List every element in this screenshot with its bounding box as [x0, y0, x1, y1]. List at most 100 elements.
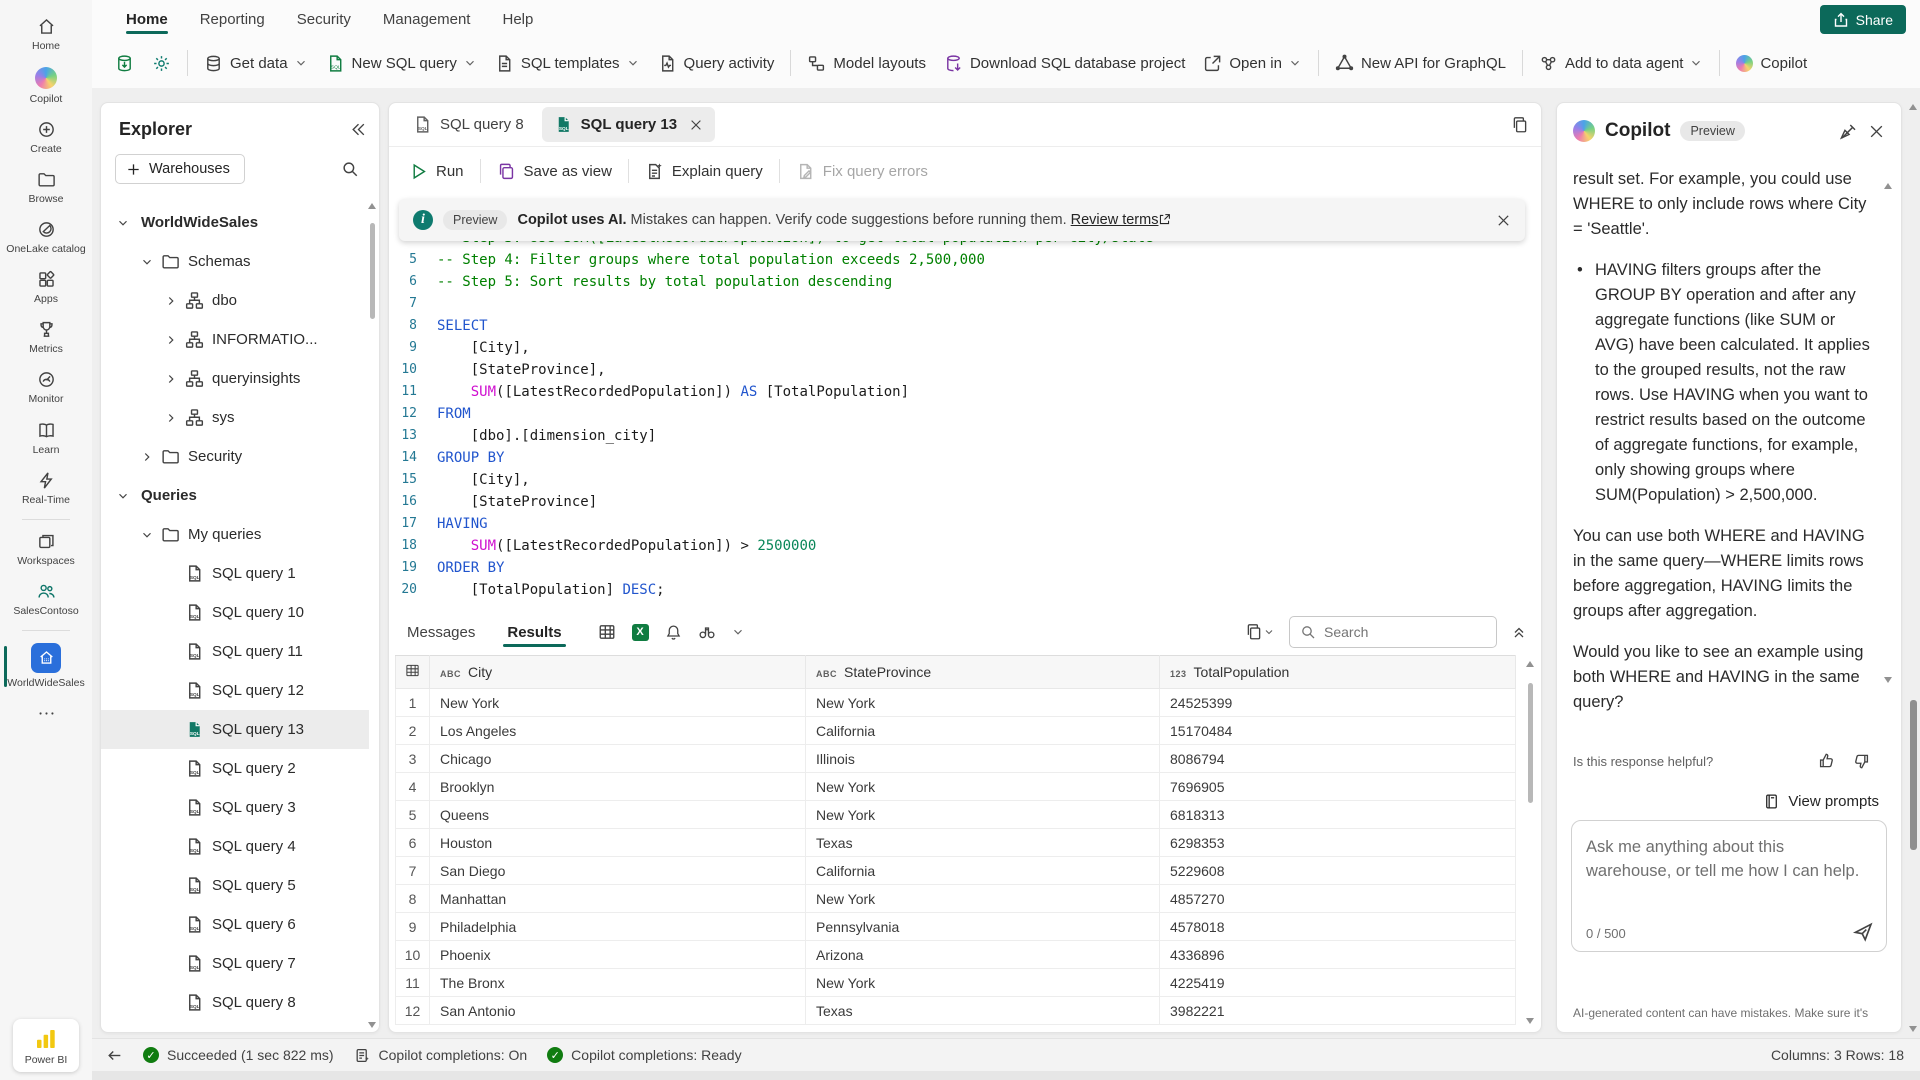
- close-tab-icon[interactable]: [689, 118, 703, 132]
- send-icon[interactable]: [1852, 921, 1874, 943]
- binoculars-search-icon[interactable]: [698, 623, 716, 641]
- tree-item-sql-query-11[interactable]: SQLSQL query 11: [101, 632, 369, 671]
- collapse-panel-icon[interactable]: [350, 121, 367, 138]
- grid-view-icon[interactable]: [598, 623, 616, 641]
- tree-item-sql-query-5[interactable]: SQLSQL query 5: [101, 866, 369, 905]
- rail-item-browse[interactable]: Browse: [0, 163, 92, 213]
- rail-item-more[interactable]: [0, 697, 92, 735]
- table-row[interactable]: 12San AntonioTexas3982221: [396, 997, 1516, 1025]
- menu-reporting[interactable]: Reporting: [188, 4, 277, 35]
- rail-item-copilot[interactable]: Copilot: [0, 60, 92, 113]
- copilot-button[interactable]: Copilot: [1727, 48, 1816, 79]
- tree-item-worldwidesales[interactable]: WorldWideSales: [101, 203, 369, 242]
- duplicate-tab-icon[interactable]: [1511, 116, 1529, 134]
- notifications-bell-icon[interactable]: [665, 624, 682, 641]
- table-row[interactable]: 1New YorkNew York24525399: [396, 689, 1516, 717]
- results-scrollbar[interactable]: [1525, 661, 1535, 1024]
- get-data-button[interactable]: Get data: [195, 47, 317, 80]
- tree-item-schemas[interactable]: Schemas: [101, 242, 369, 281]
- results-tab-messages[interactable]: Messages: [403, 614, 479, 651]
- table-row[interactable]: 11The BronxNew York4225419: [396, 969, 1516, 997]
- table-row[interactable]: 8ManhattanNew York4857270: [396, 885, 1516, 913]
- tree-item-sql-query-4[interactable]: SQLSQL query 4: [101, 827, 369, 866]
- tree-item-informatio-[interactable]: INFORMATIO...: [101, 320, 369, 359]
- scroll-up-arrow[interactable]: [1526, 661, 1534, 667]
- tree-item-sql-query-13[interactable]: SQLSQL query 13: [101, 710, 369, 749]
- scroll-thumb[interactable]: [1528, 683, 1533, 803]
- tree-item-sql-query-7[interactable]: SQLSQL query 7: [101, 944, 369, 983]
- save-as-view-button[interactable]: Save as view: [487, 154, 622, 189]
- select-all-header[interactable]: [396, 656, 430, 689]
- tab-sql-query-13[interactable]: SQLSQL query 13: [542, 107, 715, 142]
- rail-item-apps[interactable]: Apps: [0, 263, 92, 313]
- rail-item-create[interactable]: Create: [0, 113, 92, 163]
- tree-item-sql-query-3[interactable]: SQLSQL query 3: [101, 788, 369, 827]
- table-row[interactable]: 7San DiegoCalifornia5229608: [396, 857, 1516, 885]
- query-activity-button[interactable]: Query activity: [649, 47, 784, 80]
- tree-item-sql-query-10[interactable]: SQLSQL query 10: [101, 593, 369, 632]
- table-row[interactable]: 5QueensNew York6818313: [396, 801, 1516, 829]
- column-header-city[interactable]: ABCCity: [430, 656, 806, 689]
- thumbs-up-icon[interactable]: [1817, 752, 1835, 770]
- scroll-up-arrow[interactable]: [368, 203, 376, 209]
- add-warehouses-button[interactable]: Warehouses: [115, 154, 245, 184]
- tree-item-sql-query-12[interactable]: SQLSQL query 12: [101, 671, 369, 710]
- scroll-down-arrow[interactable]: [1526, 1018, 1534, 1024]
- copy-results-icon[interactable]: [1245, 623, 1275, 641]
- rail-item-learn[interactable]: Learn: [0, 414, 92, 464]
- table-row[interactable]: 10PhoenixArizona4336896: [396, 941, 1516, 969]
- column-header-totalpopulation[interactable]: 123TotalPopulation: [1160, 656, 1516, 689]
- new-api-for-graphql-button[interactable]: New API for GraphQL: [1326, 47, 1515, 80]
- column-header-stateprovince[interactable]: ABCStateProvince: [806, 656, 1160, 689]
- table-row[interactable]: 4BrooklynNew York7696905: [396, 773, 1516, 801]
- back-arrow-icon[interactable]: [106, 1047, 123, 1064]
- copilot-response-scrollbar[interactable]: [1883, 183, 1893, 683]
- rail-item-onelake-catalog[interactable]: OneLake catalog: [0, 213, 92, 263]
- review-terms-link[interactable]: Review terms: [1071, 212, 1159, 228]
- share-button[interactable]: Share: [1820, 5, 1906, 34]
- settings-gear-icon-button[interactable]: [143, 47, 180, 80]
- tree-item-sql-query-2[interactable]: SQLSQL query 2: [101, 749, 369, 788]
- close-copilot-icon[interactable]: [1868, 123, 1885, 140]
- model-layouts-button[interactable]: Model layouts: [798, 47, 935, 80]
- scroll-up-arrow[interactable]: [1909, 104, 1917, 110]
- window-scrollbar[interactable]: [1908, 104, 1918, 1032]
- scroll-up-arrow[interactable]: [1884, 183, 1892, 189]
- thumbs-down-icon[interactable]: [1853, 752, 1871, 770]
- table-row[interactable]: 9PhiladelphiaPennsylvania4578018: [396, 913, 1516, 941]
- add-to-data-agent-button[interactable]: Add to data agent: [1530, 47, 1712, 80]
- rail-item-salescontoso[interactable]: SalesContoso: [0, 575, 92, 625]
- copilot-completions-toggle[interactable]: Copilot completions: On: [354, 1047, 528, 1064]
- collapse-results-icon[interactable]: [1511, 624, 1527, 640]
- rail-item-monitor[interactable]: Monitor: [0, 363, 92, 413]
- download-sql-database-project-button[interactable]: Download SQL database project: [935, 47, 1194, 80]
- results-search-input[interactable]: [1324, 624, 1474, 640]
- menu-management[interactable]: Management: [371, 4, 483, 35]
- search-icon[interactable]: [341, 160, 359, 178]
- menu-security[interactable]: Security: [285, 4, 363, 35]
- view-prompts-button[interactable]: View prompts: [1763, 793, 1879, 810]
- rail-item-real-time[interactable]: Real-Time: [0, 464, 92, 514]
- rail-item-workspaces[interactable]: Workspaces: [0, 525, 92, 575]
- rail-item-metrics[interactable]: Metrics: [0, 313, 92, 363]
- menu-help[interactable]: Help: [490, 4, 545, 35]
- run-button[interactable]: Run: [399, 154, 474, 189]
- explain-query-button[interactable]: Explain query: [635, 154, 773, 189]
- scroll-down-arrow[interactable]: [1909, 1026, 1917, 1032]
- tree-item-dbo[interactable]: dbo: [101, 281, 369, 320]
- tree-item-security[interactable]: Security: [101, 437, 369, 476]
- rail-item-worldwidesales[interactable]: WorldWideSales: [0, 636, 92, 697]
- table-row[interactable]: 2Los AngelesCalifornia15170484: [396, 717, 1516, 745]
- export-excel-icon[interactable]: X: [632, 624, 649, 641]
- table-row[interactable]: 6HoustonTexas6298353: [396, 829, 1516, 857]
- sql-code-editor[interactable]: 4-- Step 3: Use SUM([LatestRecordedPopul…: [389, 195, 1535, 609]
- table-row[interactable]: 3ChicagoIllinois8086794: [396, 745, 1516, 773]
- explorer-scrollbar[interactable]: [367, 203, 377, 1028]
- tree-item-queryinsights[interactable]: queryinsights: [101, 359, 369, 398]
- tree-item-sql-query-1[interactable]: SQLSQL query 1: [101, 554, 369, 593]
- power-bi-button[interactable]: Power BI: [13, 1019, 79, 1072]
- banner-close-icon[interactable]: [1496, 213, 1511, 228]
- scroll-down-arrow[interactable]: [1884, 677, 1892, 683]
- database-deploy-icon-button[interactable]: [106, 47, 143, 80]
- new-chat-broom-icon[interactable]: [1839, 122, 1858, 141]
